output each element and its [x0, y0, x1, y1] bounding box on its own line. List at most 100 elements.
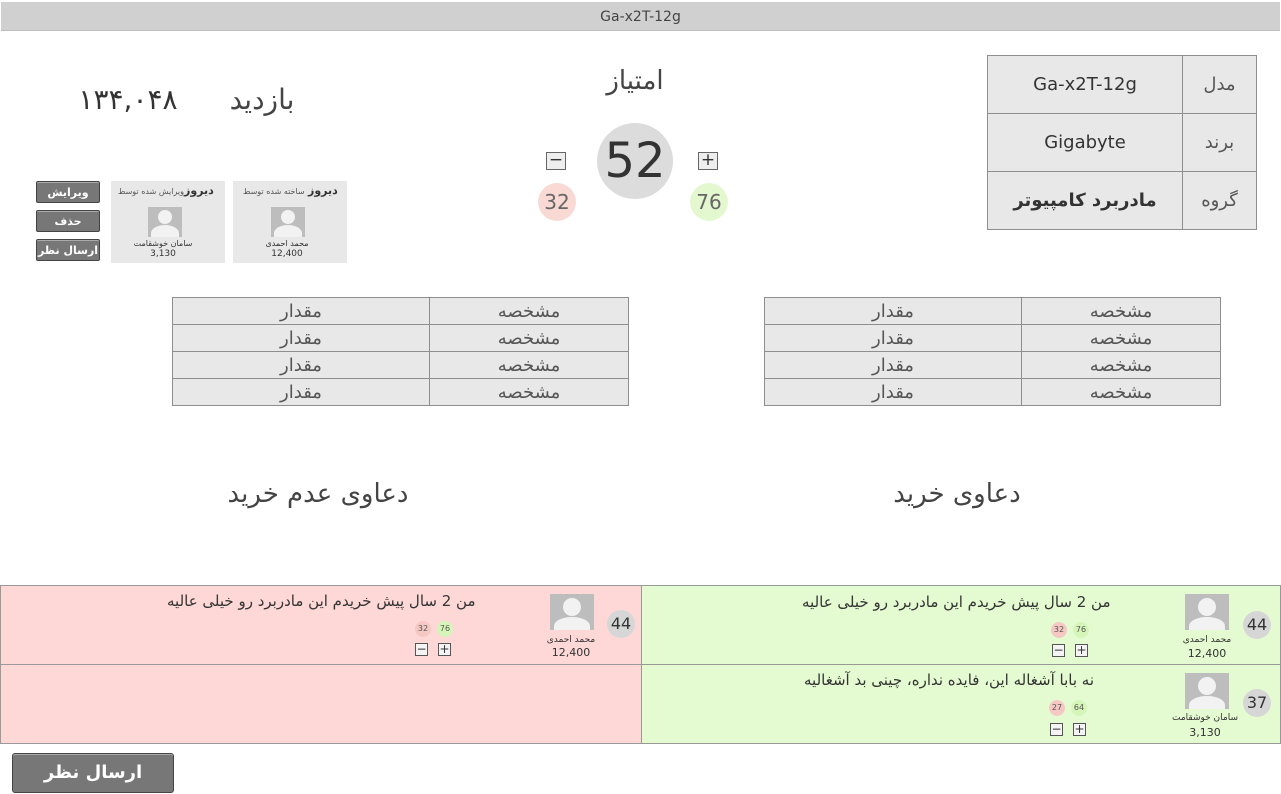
downvote-count: 32	[538, 183, 576, 221]
claim-user-avatar	[550, 594, 594, 630]
claim-user-name: محمد احمدی	[1182, 635, 1232, 645]
spec-key: مشخصه	[429, 324, 629, 352]
claim-downvote-button[interactable]: −	[415, 643, 428, 656]
plus-icon: +	[439, 642, 450, 656]
edit-button[interactable]: ویرایش	[36, 181, 100, 203]
claim-text: نه بابا آشغاله این، فایده نداره، چینی بد…	[804, 671, 1094, 689]
creator-score: 12,400	[271, 249, 303, 259]
claim-upvote-count: 76	[1073, 622, 1089, 638]
spec-row: مقدار مشخصه	[764, 378, 1221, 406]
creator-username: دیروز	[308, 184, 338, 197]
claim-score: 44	[1243, 611, 1271, 639]
editor-score: 3,130	[150, 249, 176, 259]
spec-value: مقدار	[764, 324, 1022, 352]
spec-row: مقدار مشخصه	[764, 351, 1221, 379]
window-title-bar: Ga-x2T-12g	[1, 2, 1280, 31]
claim-text: من 2 سال پیش خریدم این مادربرد رو خیلی ع…	[167, 592, 476, 610]
creator-name: محمد احمدی	[265, 239, 309, 248]
spec-key: مشخصه	[1021, 351, 1221, 379]
spec-key: مشخصه	[1021, 297, 1221, 325]
claim-user-name: سامان خوشقامت	[1171, 713, 1239, 723]
visits-label: بازدید	[229, 83, 295, 116]
editor-name: سامان خوشقامت	[133, 239, 193, 248]
creator-avatar	[271, 207, 305, 237]
minus-icon: −	[416, 642, 427, 656]
spec-row: مقدار مشخصه	[172, 297, 629, 325]
spec-row: مقدار مشخصه	[172, 324, 629, 352]
buy-claims-title: دعاوی خرید	[893, 479, 1021, 509]
creator-caption: ساخته شده توسط	[243, 187, 305, 196]
model-label: مدل	[1182, 55, 1257, 114]
spec-table-right: مقدار مشخصه مقدار مشخصه مقدار مشخصه مقدا…	[764, 297, 1221, 406]
group-value: مادربرد کامپیوتر	[987, 171, 1183, 230]
not-buy-claim-item: 44 محمد احمدی 12,400 من 2 سال پیش خریدم …	[0, 585, 642, 665]
claim-upvote-button[interactable]: +	[1073, 723, 1086, 736]
spec-row: مقدار مشخصه	[172, 378, 629, 406]
claim-downvote-count: 27	[1049, 700, 1065, 716]
claim-upvote-button[interactable]: +	[438, 643, 451, 656]
claim-user-avatar	[1185, 594, 1229, 630]
delete-button[interactable]: حذف	[36, 210, 100, 232]
claim-downvote-button[interactable]: −	[1052, 644, 1065, 657]
claim-user-avatar	[1185, 673, 1229, 709]
info-row-brand: Gigabyte برند	[987, 113, 1257, 172]
spec-key: مشخصه	[429, 378, 629, 406]
send-comment-small-button[interactable]: ارسال نظر	[36, 239, 100, 261]
visits-count: ۱۳۴,۰۴۸	[78, 83, 178, 116]
editor-username: دیروز	[184, 184, 214, 197]
claim-score: 37	[1243, 689, 1271, 717]
info-row-group: مادربرد کامپیوتر گروه	[987, 171, 1257, 230]
spec-value: مقدار	[172, 297, 430, 325]
claim-user-score: 12,400	[551, 646, 591, 659]
claim-downvote-count: 32	[1051, 622, 1067, 638]
plus-icon: +	[1076, 643, 1087, 657]
spec-value: مقدار	[764, 297, 1022, 325]
buy-claim-item: 44 محمد احمدی 12,400 من 2 سال پیش خریدم …	[641, 585, 1281, 665]
window-title: Ga-x2T-12g	[600, 9, 681, 25]
editor-caption: ویرایش شده توسط	[118, 187, 184, 196]
plus-icon: +	[1074, 722, 1085, 736]
submit-comment-button[interactable]: ارسال نظر	[12, 753, 174, 793]
claim-upvote-button[interactable]: +	[1075, 644, 1088, 657]
product-info-table: Ga-x2T-12g مدل Gigabyte برند مادربرد کام…	[987, 55, 1257, 230]
claim-user-name: محمد احمدی	[546, 635, 596, 645]
upvote-button[interactable]: +	[698, 152, 718, 170]
info-row-model: Ga-x2T-12g مدل	[987, 55, 1257, 114]
spec-key: مشخصه	[429, 351, 629, 379]
not-buy-claims-title: دعاوی عدم خرید	[227, 479, 409, 509]
downvote-button[interactable]: −	[546, 152, 566, 170]
spec-key: مشخصه	[429, 297, 629, 325]
spec-row: مقدار مشخصه	[764, 324, 1221, 352]
spec-value: مقدار	[172, 378, 430, 406]
claim-downvote-count: 32	[415, 621, 431, 637]
not-buy-claim-empty	[0, 664, 642, 744]
upvote-count: 76	[690, 183, 728, 221]
editor-avatar	[148, 207, 182, 237]
spec-value: مقدار	[172, 324, 430, 352]
spec-key: مشخصه	[1021, 378, 1221, 406]
claim-upvote-count: 76	[437, 621, 453, 637]
claim-user-score: 3,130	[1189, 726, 1221, 739]
spec-value: مقدار	[172, 351, 430, 379]
spec-row: مقدار مشخصه	[764, 297, 1221, 325]
minus-icon: −	[1053, 643, 1064, 657]
score-total: 52	[597, 123, 673, 199]
score-title: امتیاز	[606, 66, 664, 96]
buy-claim-item: 37 سامان خوشقامت 3,130 نه بابا آشغاله ای…	[641, 664, 1281, 744]
spec-value: مقدار	[764, 351, 1022, 379]
spec-value: مقدار	[764, 378, 1022, 406]
claim-upvote-count: 64	[1071, 700, 1087, 716]
model-value: Ga-x2T-12g	[987, 55, 1183, 114]
spec-table-left: مقدار مشخصه مقدار مشخصه مقدار مشخصه مقدا…	[172, 297, 629, 406]
claim-score: 44	[607, 610, 635, 638]
spec-row: مقدار مشخصه	[172, 351, 629, 379]
group-label: گروه	[1182, 171, 1257, 230]
claim-user-score: 12,400	[1187, 647, 1227, 660]
brand-label: برند	[1182, 113, 1257, 172]
spec-key: مشخصه	[1021, 324, 1221, 352]
brand-value: Gigabyte	[987, 113, 1183, 172]
minus-icon: −	[1051, 722, 1062, 736]
claim-text: من 2 سال پیش خریدم این مادربرد رو خیلی ع…	[802, 593, 1111, 611]
claim-downvote-button[interactable]: −	[1050, 723, 1063, 736]
editor-card: دیروز ویرایش شده توسط سامان خوشقامت 3,13…	[111, 181, 225, 263]
